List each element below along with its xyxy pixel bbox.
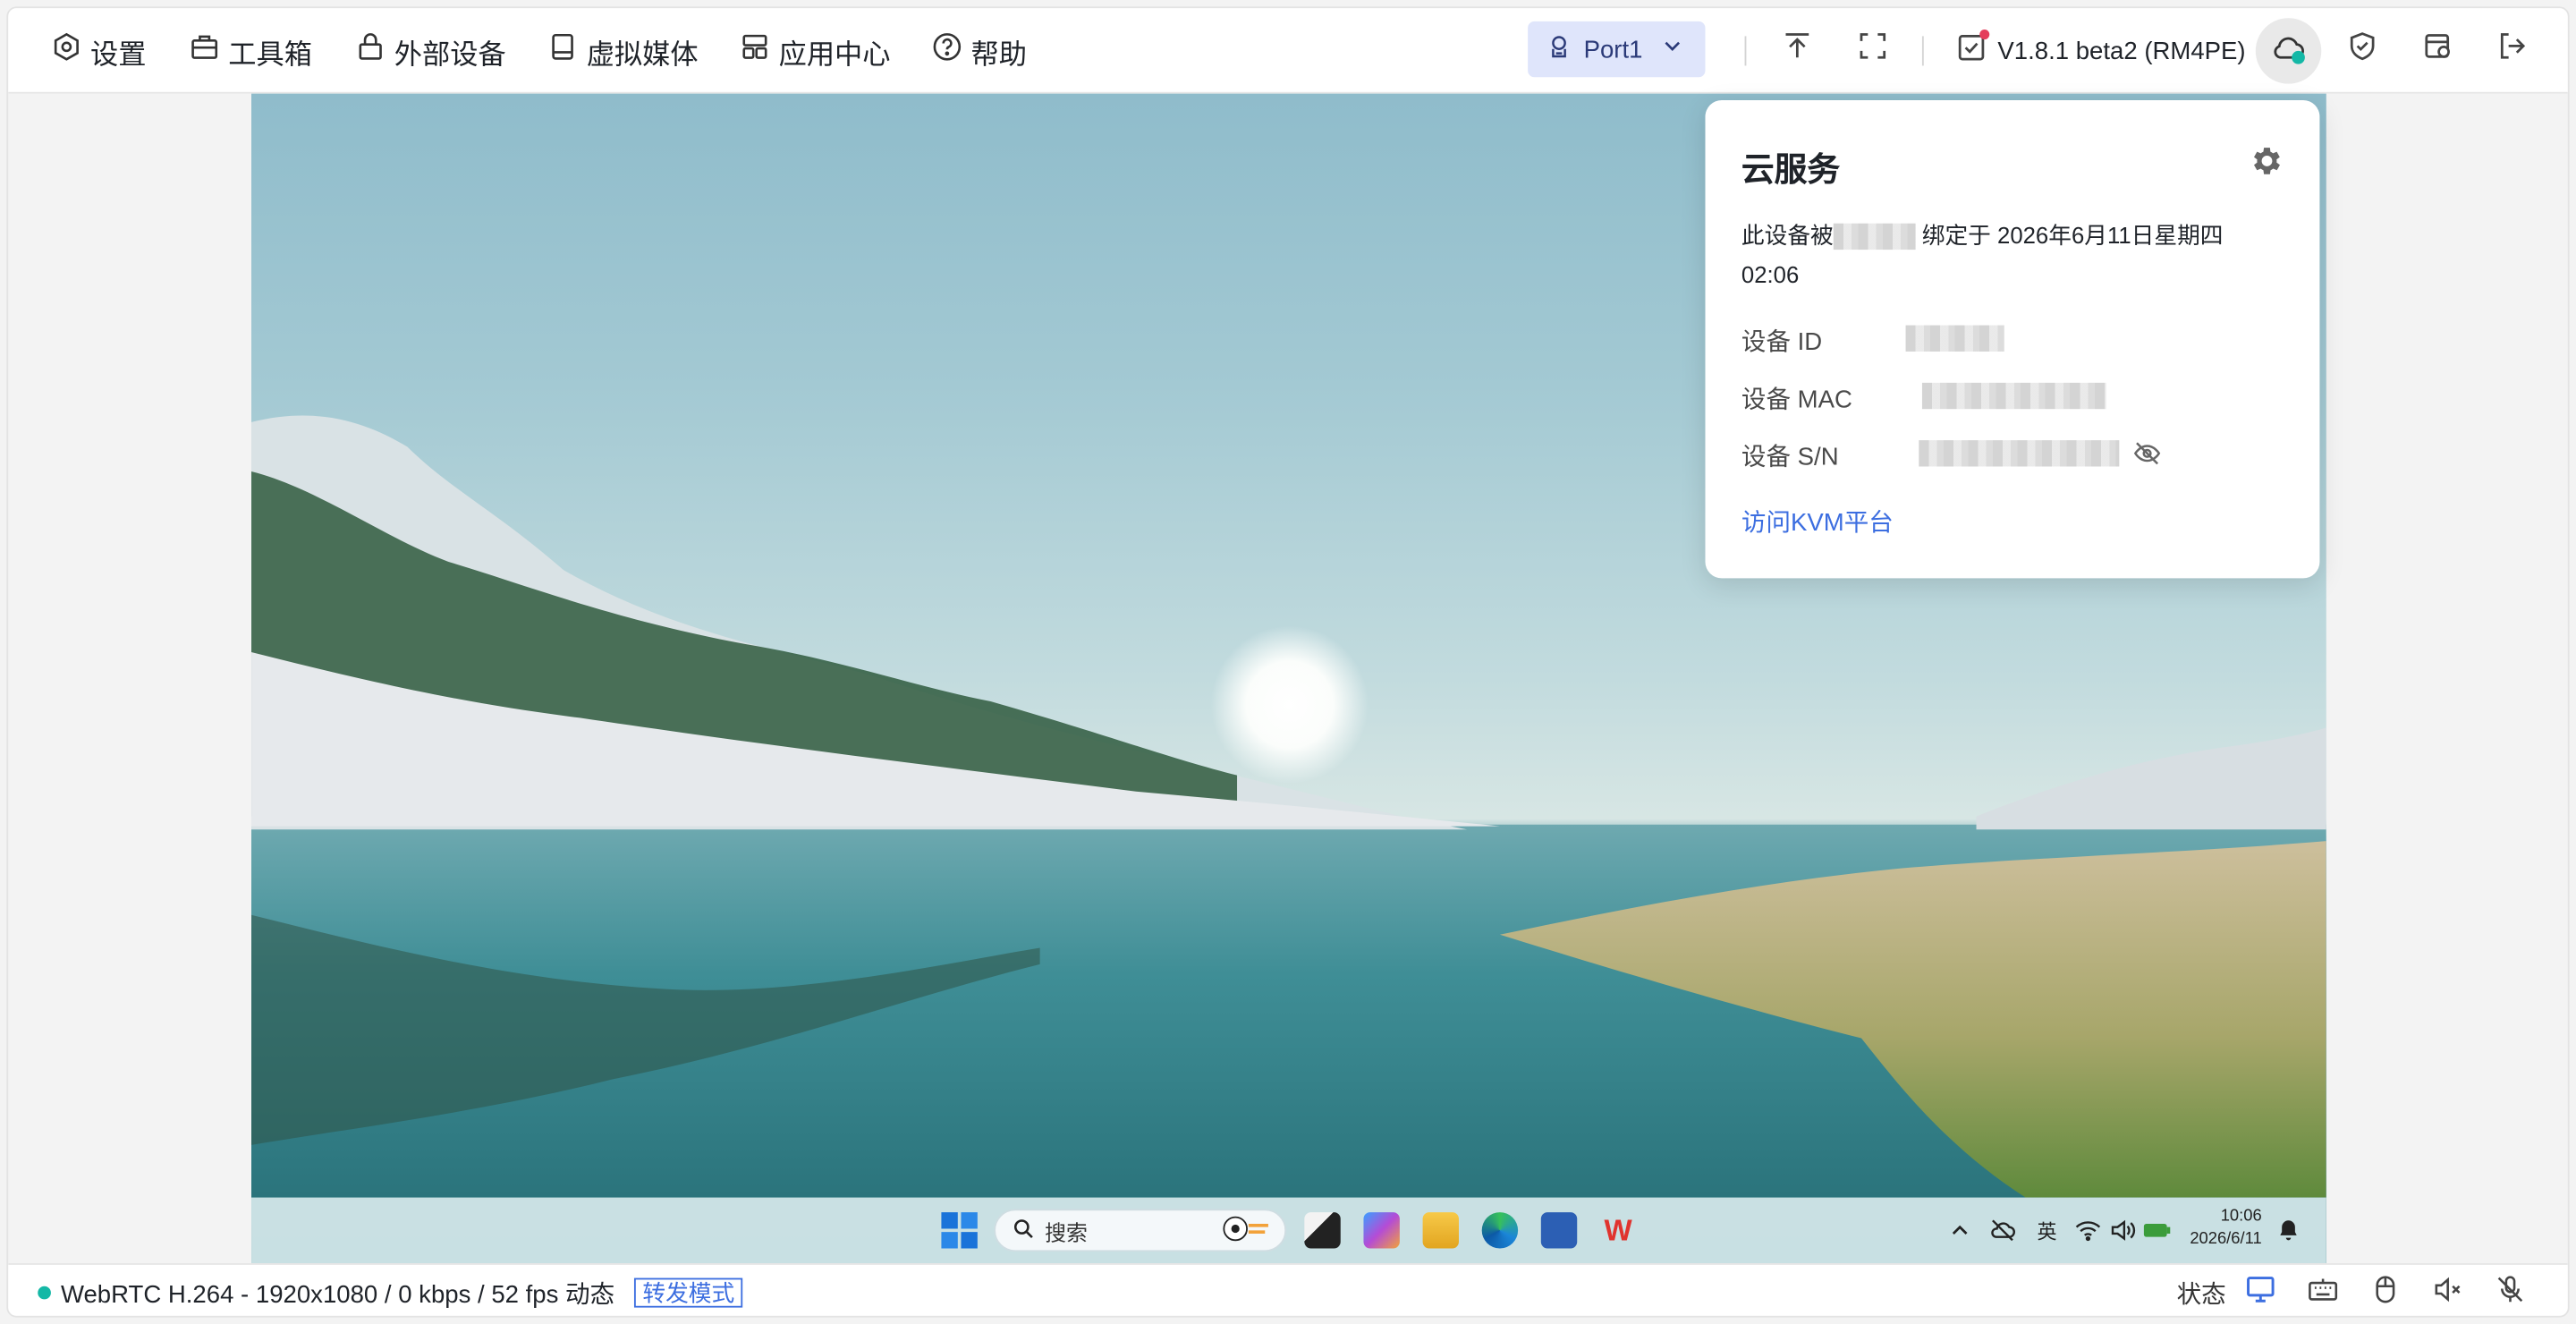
binding-prefix: 此设备被 — [1741, 221, 1834, 249]
upload-top-button[interactable] — [1777, 30, 1817, 69]
kvm-window: 设置 工具箱 外部设备 虚拟媒体 应用中心 帮助 Port1 V1.8.1 be… — [6, 6, 2570, 1318]
eye-off-icon[interactable] — [2132, 438, 2162, 476]
wps-office-icon[interactable]: W — [1600, 1212, 1636, 1248]
fullscreen-button[interactable] — [1853, 30, 1893, 69]
battery-icon[interactable] — [2142, 1198, 2172, 1263]
stream-text: WebRTC H.264 - 1920x1080 / 0 kbps / 52 f… — [60, 1280, 615, 1309]
toolbox-icon — [189, 31, 220, 71]
search-icon — [1012, 1217, 1035, 1244]
cloud-service-button[interactable] — [2255, 18, 2322, 84]
taskbar-date: 2026/6/11 — [2190, 1230, 2262, 1249]
version-button[interactable]: V1.8.1 beta2 (RM4PE) — [1955, 8, 2246, 93]
stream-info: WebRTC H.264 - 1920x1080 / 0 kbps / 52 f… — [38, 1265, 743, 1316]
m365-icon[interactable] — [1363, 1212, 1400, 1249]
device-sn-label: 设备 S/N — [1741, 443, 1839, 471]
logout-icon — [2496, 29, 2529, 70]
menu-peripherals-label: 外部设备 — [394, 38, 506, 71]
kvm-platform-link[interactable]: 访问KVM平台 — [1741, 505, 1894, 539]
settings-hex-icon — [51, 31, 82, 71]
chevron-down-icon — [1659, 33, 1685, 66]
redacted-device-id — [1905, 325, 2004, 352]
menu-virtual-media-label: 虚拟媒体 — [586, 38, 699, 71]
monitor-icon — [2244, 1273, 2277, 1312]
menu-settings[interactable]: 设置 — [51, 8, 147, 93]
keyboard-icon — [2307, 1273, 2340, 1312]
version-label: V1.8.1 beta2 (RM4PE) — [1997, 37, 2246, 65]
ime-indicator[interactable]: 英 — [2038, 1198, 2057, 1263]
menu-help-label: 帮助 — [970, 38, 1027, 71]
cloud-off-icon[interactable] — [1989, 1198, 2015, 1263]
windows-start-icon[interactable] — [941, 1212, 978, 1249]
arrow-up-bar-icon — [1781, 29, 1814, 70]
store-icon[interactable] — [1540, 1212, 1578, 1249]
status-controls: 状态 — [2176, 1265, 2542, 1316]
port-icon — [1544, 31, 1573, 67]
menu-settings-label: 设置 — [90, 38, 147, 71]
shield-check-icon — [2346, 29, 2379, 70]
menu-app-center-label: 应用中心 — [778, 38, 891, 71]
wifi-icon[interactable] — [2075, 1198, 2101, 1263]
calendar-refresh-icon — [2421, 29, 2454, 70]
port-label: Port1 — [1583, 35, 1643, 64]
top-toolbar: 设置 工具箱 外部设备 虚拟媒体 应用中心 帮助 Port1 V1.8.1 be… — [8, 8, 2568, 94]
menu-virtual-media[interactable]: 虚拟媒体 — [547, 8, 699, 93]
stream-status-dot — [38, 1286, 51, 1300]
popup-title: 云服务 — [1741, 152, 1841, 190]
toolbar-divider — [1921, 36, 1924, 66]
soccer-ball-icon — [1223, 1215, 1272, 1246]
lock-device-icon — [355, 31, 386, 71]
speaker-mute-button[interactable] — [2417, 1265, 2479, 1316]
relay-mode-tag[interactable]: 转发模式 — [634, 1277, 743, 1308]
taskbar-clock[interactable]: 10:06 2026/6/11 — [2190, 1206, 2261, 1252]
taskbar-search-placeholder: 搜索 — [1045, 1219, 1088, 1244]
port-selector[interactable]: Port1 — [1528, 21, 1706, 78]
help-circle-icon — [931, 31, 962, 71]
taskbar-time: 10:06 — [2220, 1207, 2262, 1226]
task-view-icon[interactable] — [1304, 1212, 1341, 1249]
update-alert-dot — [1979, 30, 1990, 40]
menu-toolbox-label: 工具箱 — [228, 38, 312, 71]
menu-peripherals[interactable]: 外部设备 — [355, 8, 506, 93]
tray-chevron-icon[interactable] — [1950, 1198, 1970, 1263]
cloud-service-popup: 云服务 此设备被 绑定于 2026年6月11日星期四 02:06 设备 ID 设… — [1705, 100, 2320, 579]
fullscreen-icon — [1856, 29, 1889, 70]
gear-icon[interactable] — [2248, 143, 2284, 179]
device-id-label: 设备 ID — [1741, 328, 1823, 357]
volume-icon[interactable] — [2109, 1198, 2136, 1263]
edge-browser-icon[interactable] — [1481, 1212, 1519, 1249]
device-mac-label: 设备 MAC — [1741, 386, 1852, 414]
microphone-mute-button[interactable] — [2479, 1265, 2542, 1316]
menu-app-center[interactable]: 应用中心 — [740, 8, 891, 93]
keyboard-status-button[interactable] — [2292, 1265, 2354, 1316]
binding-info: 此设备被 绑定于 2026年6月11日星期四 02:06 — [1741, 216, 2284, 294]
status-label: 状态 — [2176, 1280, 2226, 1309]
redacted-device-mac — [1921, 382, 2106, 410]
logout-button[interactable] — [2492, 30, 2531, 69]
notification-bell-icon[interactable] — [2279, 1198, 2299, 1263]
taskbar-search-box[interactable]: 搜索 — [994, 1209, 1287, 1252]
redacted-owner — [1833, 224, 1916, 250]
microphone-muted-icon — [2494, 1273, 2527, 1312]
status-bar: WebRTC H.264 - 1920x1080 / 0 kbps / 52 f… — [8, 1263, 2568, 1316]
speaker-muted-icon — [2431, 1273, 2464, 1312]
cloud-online-dot — [2292, 50, 2305, 64]
monitor-status-button[interactable] — [2229, 1265, 2292, 1316]
menu-toolbox[interactable]: 工具箱 — [189, 8, 312, 93]
redacted-device-sn — [1919, 440, 2120, 467]
security-button[interactable] — [2343, 30, 2382, 69]
file-explorer-icon[interactable] — [1422, 1212, 1459, 1249]
menu-help[interactable]: 帮助 — [931, 8, 1027, 93]
history-button[interactable] — [2419, 30, 2458, 69]
mouse-status-button[interactable] — [2354, 1265, 2417, 1316]
grid-apps-icon — [740, 31, 771, 71]
toolbar-divider — [1744, 36, 1747, 66]
windows-taskbar: 搜索 W 英 10:06 2026/6/11 — [251, 1197, 2326, 1264]
mouse-icon — [2369, 1273, 2402, 1312]
drive-icon — [547, 31, 579, 71]
